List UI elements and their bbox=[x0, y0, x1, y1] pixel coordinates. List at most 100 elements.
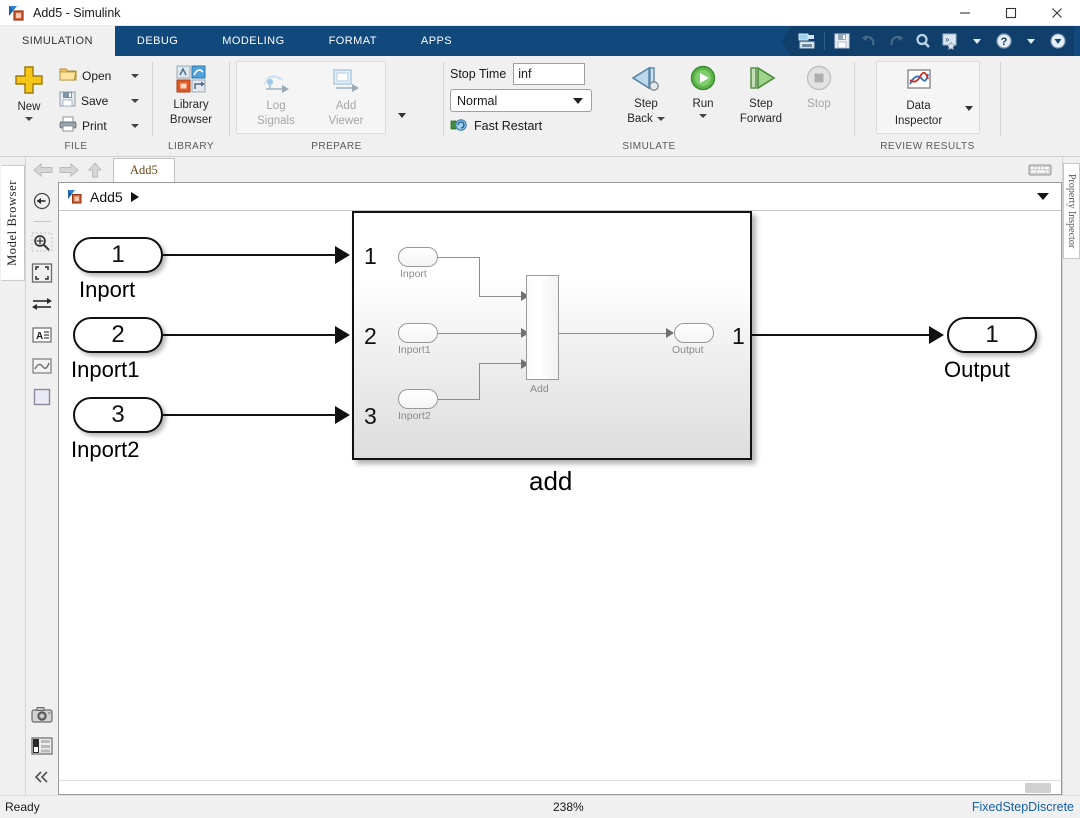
close-button[interactable] bbox=[1034, 0, 1080, 26]
ribbon-toolbar: New Open Save Print FILE Library Browser… bbox=[0, 56, 1080, 157]
quick-access-toolbar: » ? bbox=[782, 26, 1080, 56]
blank-block-icon[interactable] bbox=[29, 384, 55, 410]
run-button[interactable]: Run bbox=[677, 62, 729, 121]
undo-icon[interactable] bbox=[857, 30, 881, 52]
run-dropdown-caret[interactable] bbox=[699, 114, 707, 118]
add-viewer-button[interactable]: Add Viewer bbox=[311, 64, 381, 131]
simulink-canvas[interactable]: 1 Inport 2 Inport1 3 Inport2 1 2 3 1 Inp… bbox=[59, 211, 1061, 780]
scrollbar-thumb[interactable] bbox=[1025, 783, 1051, 793]
ribbon-group-prepare-title: PREPARE bbox=[311, 141, 362, 152]
breadcrumb-label[interactable]: Add5 bbox=[90, 189, 123, 205]
navigate-back-icon[interactable] bbox=[29, 188, 55, 214]
ribbon-group-simulate-title: SIMULATE bbox=[622, 141, 676, 152]
print-dropdown-caret[interactable] bbox=[131, 123, 139, 128]
review-group-expander[interactable] bbox=[961, 101, 977, 117]
model-browser-tab[interactable]: Model Browser bbox=[0, 165, 25, 281]
inner-add-block-label: Add bbox=[530, 383, 549, 395]
open-button[interactable]: Open bbox=[56, 63, 148, 88]
tab-debug[interactable]: DEBUG bbox=[115, 26, 200, 56]
library-browser-button[interactable]: Library Browser bbox=[164, 61, 218, 130]
signal-inport2-to-subsystem[interactable] bbox=[163, 334, 343, 337]
property-inspector-tab[interactable]: Property Inspector bbox=[1063, 163, 1080, 260]
stop-button[interactable]: Stop bbox=[793, 62, 845, 114]
fit-to-view-icon[interactable] bbox=[29, 260, 55, 286]
breadcrumb-dropdown-icon[interactable] bbox=[1037, 193, 1049, 200]
maximize-button[interactable] bbox=[988, 0, 1034, 26]
log-signals-button[interactable]: Log Signals bbox=[241, 64, 311, 131]
step-back-dropdown-caret[interactable] bbox=[656, 116, 665, 121]
add-viewer-label-line2: Viewer bbox=[328, 115, 364, 127]
signal-routing-icon[interactable] bbox=[29, 291, 55, 317]
signal-subsystem-to-outport[interactable] bbox=[752, 334, 937, 337]
open-dropdown-caret[interactable] bbox=[131, 73, 139, 78]
back-arrow-icon[interactable] bbox=[32, 160, 54, 180]
simulation-mode-select[interactable]: Normal bbox=[450, 89, 592, 112]
save-icon[interactable] bbox=[830, 30, 854, 52]
outport-block[interactable]: 1 bbox=[947, 317, 1037, 353]
scope-icon[interactable] bbox=[29, 353, 55, 379]
save-button[interactable]: Save bbox=[56, 88, 148, 113]
help-dropdown-icon[interactable] bbox=[1019, 30, 1043, 52]
inner-line-1a bbox=[438, 256, 480, 258]
ribbon-group-simulate: Stop Time Normal Fast Restart bbox=[444, 56, 854, 157]
keyboard-icon[interactable] bbox=[1028, 163, 1052, 177]
simulink-home-icon[interactable] bbox=[795, 30, 819, 52]
canvas-horizontal-scrollbar[interactable] bbox=[59, 780, 1061, 794]
favorites-icon[interactable]: » bbox=[938, 30, 962, 52]
subsystem-block-add[interactable]: 1 2 3 1 Inport Inport1 Inport2 Add Outpu… bbox=[352, 211, 752, 460]
redo-icon[interactable] bbox=[884, 30, 908, 52]
open-button-label: Open bbox=[82, 68, 112, 83]
outport-block-number: 1 bbox=[985, 321, 999, 348]
fast-restart-button[interactable]: Fast Restart bbox=[450, 116, 605, 136]
annotation-icon[interactable]: A bbox=[29, 322, 55, 348]
minimize-button[interactable] bbox=[942, 0, 988, 26]
library-browser-label-line1: Library bbox=[173, 99, 209, 111]
camera-icon[interactable] bbox=[29, 702, 55, 728]
inport-block-3[interactable]: 3 bbox=[73, 397, 163, 433]
inport-block-2[interactable]: 2 bbox=[73, 317, 163, 353]
tab-apps[interactable]: APPS bbox=[399, 26, 474, 56]
stop-icon bbox=[804, 65, 834, 96]
prepare-group-expander[interactable] bbox=[394, 107, 410, 123]
favorites-dropdown-icon[interactable] bbox=[965, 30, 989, 52]
forward-arrow-icon[interactable] bbox=[58, 160, 80, 180]
signal-inport1-to-subsystem[interactable] bbox=[163, 254, 343, 257]
inport-block-1-number: 1 bbox=[111, 241, 125, 268]
tab-format[interactable]: FORMAT bbox=[307, 26, 399, 56]
up-arrow-icon[interactable] bbox=[84, 160, 106, 180]
signal-inport3-to-subsystem[interactable] bbox=[163, 414, 343, 417]
folder-icon bbox=[59, 66, 77, 85]
search-icon[interactable] bbox=[911, 30, 935, 52]
stop-button-label: Stop bbox=[807, 98, 831, 110]
inport-block-1[interactable]: 1 bbox=[73, 237, 163, 273]
stop-time-label: Stop Time bbox=[450, 67, 507, 81]
collapse-icon[interactable] bbox=[29, 764, 55, 790]
zoom-in-icon[interactable] bbox=[29, 229, 55, 255]
ribbon-options-icon[interactable] bbox=[1046, 30, 1070, 52]
compare-icon[interactable] bbox=[29, 733, 55, 759]
ribbon-group-library-title: LIBRARY bbox=[167, 141, 215, 152]
inport-block-1-label: Inport bbox=[79, 277, 136, 302]
new-dropdown-caret[interactable] bbox=[25, 117, 33, 121]
fast-restart-label: Fast Restart bbox=[474, 119, 543, 133]
step-back-button[interactable]: Step Back bbox=[615, 62, 677, 129]
svg-text:»: » bbox=[945, 35, 950, 44]
work-area: Model Browser Add5 A Add5 1 Inport 2 Inp… bbox=[0, 157, 1080, 795]
tab-modeling-label: MODELING bbox=[222, 35, 285, 47]
print-button[interactable]: Print bbox=[56, 113, 148, 138]
save-dropdown-caret[interactable] bbox=[131, 98, 139, 103]
tab-format-label: FORMAT bbox=[328, 35, 377, 47]
status-solver[interactable]: FixedStepDiscrete bbox=[972, 800, 1074, 814]
inner-inport-3 bbox=[398, 389, 438, 409]
tab-modeling[interactable]: MODELING bbox=[200, 26, 306, 56]
tab-simulation[interactable]: SIMULATION bbox=[0, 26, 115, 56]
help-icon[interactable]: ? bbox=[992, 30, 1016, 52]
model-tab-add5[interactable]: Add5 bbox=[113, 157, 175, 182]
new-button[interactable]: New bbox=[6, 61, 52, 124]
model-icon bbox=[67, 189, 84, 204]
stop-time-input[interactable] bbox=[513, 63, 586, 85]
breadcrumb-arrow-icon[interactable] bbox=[130, 191, 139, 202]
data-inspector-button[interactable]: Data Inspector bbox=[879, 64, 959, 131]
inner-inport-3-label: Inport2 bbox=[398, 410, 431, 422]
step-forward-button[interactable]: Step Forward bbox=[729, 62, 793, 129]
